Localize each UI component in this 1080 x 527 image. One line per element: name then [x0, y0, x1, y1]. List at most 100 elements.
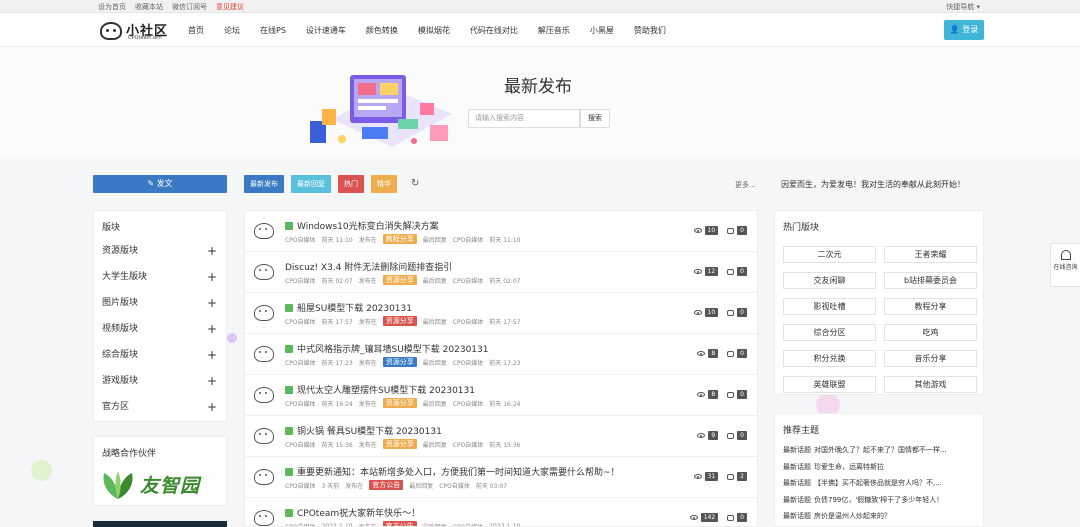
thread-row[interactable]: 船屋SU模型下载 20230131 CPO自媒体 前天 17:57 发布在 资源分享 最后…: [245, 293, 757, 334]
thread-title[interactable]: Windows10光标变白消失解决方案: [285, 219, 439, 232]
login-button[interactable]: 👤 登录: [944, 20, 984, 40]
recommended-item[interactable]: 最新话题 负债799亿，'假糖致'榨干了多少年轻人！: [783, 495, 979, 512]
thread-title[interactable]: 重要更新通知：本站新增多处入口，方便我们第一时间知道大家需要什么帮助~！: [285, 465, 620, 478]
avatar[interactable]: [254, 346, 274, 362]
category-badge[interactable]: 官方公告: [382, 521, 417, 526]
avatar[interactable]: [254, 469, 274, 485]
category-badge[interactable]: 资源分享: [382, 357, 417, 367]
more-link[interactable]: 更多...: [735, 180, 756, 190]
thread-author[interactable]: CPO自媒体: [285, 276, 316, 285]
avatar[interactable]: [254, 223, 274, 239]
nav-forum[interactable]: 论坛: [224, 25, 240, 36]
hot-board-item[interactable]: 积分兑换: [783, 350, 876, 367]
nav-design[interactable]: 设计速通车: [306, 25, 346, 36]
thread-author[interactable]: CPO自媒体: [285, 399, 316, 408]
category-badge[interactable]: 资源分享: [382, 439, 417, 449]
hot-board-item[interactable]: 王者荣耀: [884, 246, 977, 263]
nav-blackroom[interactable]: 小黑屋: [590, 25, 614, 36]
reply-author[interactable]: CPO自媒体: [453, 399, 484, 408]
nav-fireworks[interactable]: 模拟烟花: [418, 25, 450, 36]
plus-icon[interactable]: +: [207, 238, 217, 264]
thread-row[interactable]: 现代太空人雕塑摆件SU模型下载 20230131 CPO自媒体 前天 16:24 发布…: [245, 375, 757, 416]
tab-featured[interactable]: 精华: [371, 175, 397, 193]
online-consult-button[interactable]: 在线咨询: [1050, 243, 1080, 287]
avatar[interactable]: [254, 428, 274, 444]
category-badge[interactable]: 官方公告: [369, 480, 404, 490]
nav-music[interactable]: 解压音乐: [538, 25, 570, 36]
hot-board-item[interactable]: 综合分区: [783, 324, 876, 341]
tab-latest[interactable]: 最新发布: [244, 175, 284, 193]
thread-row[interactable]: CPOteam祝大家新年快乐～！ CPO自媒体 2023-1-19 发布在 官方公告 最后…: [245, 498, 757, 527]
nav-home[interactable]: 首页: [188, 25, 204, 36]
nav-sponsor[interactable]: 赞助我们: [634, 25, 666, 36]
category-badge[interactable]: 资源分享: [382, 316, 417, 326]
nav-code-diff[interactable]: 代码在线对比: [470, 25, 518, 36]
recommended-item[interactable]: 最新话题 【半佛】买不起奢侈品就是穷人吗？不,...: [783, 478, 979, 495]
feedback-link[interactable]: 意见建议: [216, 2, 244, 12]
thread-author[interactable]: CPO自媒体: [285, 317, 316, 326]
reply-author[interactable]: CPO自媒体: [453, 235, 484, 244]
plus-icon[interactable]: +: [207, 368, 217, 394]
bookmark-link[interactable]: 收藏本站: [135, 2, 163, 12]
reply-author[interactable]: CPO自媒体: [453, 522, 484, 527]
site-logo[interactable]: 小社区 CPOteam.win: [100, 19, 172, 43]
thread-row[interactable]: Windows10光标变白消失解决方案 CPO自媒体 前天 11:10 发布在 教程分享…: [245, 211, 757, 252]
board-item-images[interactable]: 图片版块 +: [94, 290, 226, 316]
search-button[interactable]: 搜索: [580, 109, 610, 128]
partner-logo[interactable]: 友智园: [100, 471, 220, 501]
hot-board-item[interactable]: 教程分享: [884, 298, 977, 315]
thread-title[interactable]: Discuz! X3.4 附件无法删除问题排查指引: [285, 260, 452, 273]
thread-title[interactable]: 船屋SU模型下载 20230131: [285, 301, 412, 314]
new-post-button[interactable]: ✎ 发文: [93, 175, 227, 193]
board-item-general[interactable]: 综合版块 +: [94, 342, 226, 368]
board-item-games[interactable]: 游戏版块 +: [94, 368, 226, 394]
board-item-resources[interactable]: 资源版块 +: [94, 238, 226, 264]
reply-author[interactable]: CPO自媒体: [453, 317, 484, 326]
board-item-students[interactable]: 大学生版块 +: [94, 264, 226, 290]
quick-nav-dropdown[interactable]: 快捷导航 ▾: [946, 2, 980, 12]
nav-color[interactable]: 颜色转换: [366, 25, 398, 36]
tab-latest-reply[interactable]: 最新回复: [291, 175, 331, 193]
category-badge[interactable]: 资源分享: [382, 275, 417, 285]
recommended-item[interactable]: 最新话题 珍爱生命，远离特斯拉: [783, 462, 979, 479]
plus-icon[interactable]: +: [207, 394, 217, 420]
plus-icon[interactable]: +: [207, 290, 217, 316]
thread-author[interactable]: CPO自媒体: [285, 481, 316, 490]
hot-board-item[interactable]: 其他游戏: [884, 376, 977, 393]
plus-icon[interactable]: +: [207, 342, 217, 368]
thread-title[interactable]: CPOteam祝大家新年快乐～！: [285, 506, 420, 519]
thread-author[interactable]: CPO自媒体: [285, 440, 316, 449]
thread-author[interactable]: CPO自媒体: [285, 522, 316, 527]
recommended-item[interactable]: 最新话题 房价是温州人炒起来的？: [783, 511, 979, 527]
hot-board-item[interactable]: 影视吐槽: [783, 298, 876, 315]
reply-author[interactable]: CPO自媒体: [439, 481, 470, 490]
thread-row[interactable]: Discuz! X3.4 附件无法删除问题排查指引 CPO自媒体 前天 02:07 发…: [245, 252, 757, 293]
plus-icon[interactable]: +: [207, 264, 217, 290]
avatar[interactable]: [254, 510, 274, 526]
plus-icon[interactable]: +: [207, 316, 217, 342]
hot-board-item[interactable]: 吃鸡: [884, 324, 977, 341]
thread-title[interactable]: 现代太空人雕塑摆件SU模型下载 20230131: [285, 383, 475, 396]
hot-board-item[interactable]: b站排幕委员会: [884, 272, 977, 289]
hot-board-item[interactable]: 交友闲聊: [783, 272, 876, 289]
avatar[interactable]: [254, 264, 274, 280]
category-badge[interactable]: 资源分享: [382, 398, 417, 408]
search-input[interactable]: 请输入搜索内容: [468, 109, 580, 128]
tab-hot[interactable]: 热门: [338, 175, 364, 193]
set-homepage-link[interactable]: 设为首页: [98, 2, 126, 12]
thread-row[interactable]: 重要更新通知：本站新增多处入口，方便我们第一时间知道大家需要什么帮助~！ CPO自…: [245, 457, 757, 498]
hot-board-item[interactable]: 二次元: [783, 246, 876, 263]
reply-author[interactable]: CPO自媒体: [453, 440, 484, 449]
wechat-link[interactable]: 微信订阅号: [172, 2, 207, 12]
category-badge[interactable]: 教程分享: [382, 234, 417, 244]
thread-title[interactable]: 铜火锅 餐具SU模型下载 20230131: [285, 424, 442, 437]
avatar[interactable]: [254, 387, 274, 403]
thread-row[interactable]: 中式风格指示牌_镶耳墙SU模型下载 20230131 CPO自媒体 前天 17:23…: [245, 334, 757, 375]
avatar[interactable]: [254, 305, 274, 321]
nav-online-ps[interactable]: 在线PS: [260, 25, 286, 36]
recommended-item[interactable]: 最新话题 对国外晚久了？起不来了？国情都不一样...: [783, 445, 979, 462]
thread-title[interactable]: 中式风格指示牌_镶耳墙SU模型下载 20230131: [285, 342, 488, 355]
thread-author[interactable]: CPO自媒体: [285, 235, 316, 244]
hot-board-item[interactable]: 音乐分享: [884, 350, 977, 367]
refresh-icon[interactable]: ↻: [411, 178, 422, 189]
